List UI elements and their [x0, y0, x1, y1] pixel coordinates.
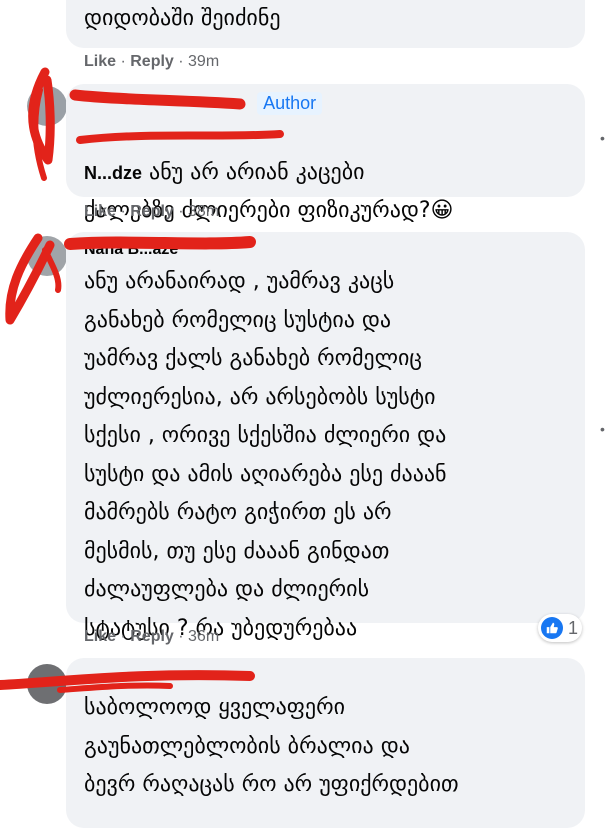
- comment-text: საბოლოოდ ყველაფერი გაუნათლებლობის ბრალია…: [84, 695, 459, 797]
- comment-text: დიდობაში შეიძინე: [84, 6, 281, 31]
- grinning-emoji-icon: 😀: [430, 198, 454, 223]
- timestamp[interactable]: 36m: [188, 628, 219, 645]
- avatar[interactable]: [27, 86, 67, 126]
- like-link[interactable]: Like: [84, 628, 116, 645]
- timestamp[interactable]: 39m: [188, 53, 219, 70]
- comment-meta: Like · Reply · 36m: [84, 628, 220, 645]
- comment-meta: Like · Reply · 38m: [84, 203, 220, 220]
- reply-link[interactable]: Reply: [130, 53, 174, 70]
- comment-bubble: Author N...dze ანუ არ არიან კაცები ქალებ…: [66, 84, 585, 223]
- avatar[interactable]: [27, 664, 67, 704]
- reaction-summary[interactable]: 1: [538, 614, 582, 642]
- author-name[interactable]: Nana B...aze: [84, 241, 178, 259]
- reply-link[interactable]: Reply: [130, 203, 174, 220]
- reaction-count: 1: [568, 617, 579, 638]
- more-options-icon[interactable]: •: [600, 421, 605, 437]
- comment-bubble: დიდობაში შეიძინე: [66, 0, 585, 48]
- comment-text: ანუ არანაირად , უამრავ კაცს განახებ რომე…: [84, 269, 447, 641]
- comment-meta: Like · Reply · 39m: [84, 53, 220, 70]
- comment-bubble: Nana B...aze ანუ არანაირად , უამრავ კაცს…: [66, 232, 585, 641]
- reply-link[interactable]: Reply: [130, 628, 174, 645]
- author-badge: Author: [257, 92, 323, 115]
- more-options-icon[interactable]: •: [600, 130, 605, 146]
- like-link[interactable]: Like: [84, 203, 116, 220]
- comment-bubble: საბოლოოდ ყველაფერი გაუნათლებლობის ბრალია…: [66, 658, 585, 828]
- like-link[interactable]: Like: [84, 53, 116, 70]
- timestamp[interactable]: 38m: [188, 203, 219, 220]
- like-reaction-icon: [541, 617, 563, 639]
- mention-link[interactable]: N...dze: [84, 163, 142, 183]
- avatar[interactable]: [27, 236, 67, 276]
